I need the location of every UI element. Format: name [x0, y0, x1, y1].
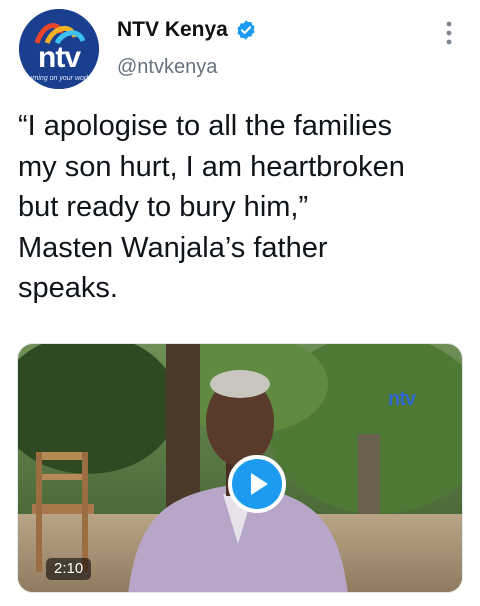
play-button[interactable] — [228, 455, 286, 513]
display-name[interactable]: NTV Kenya — [117, 18, 228, 42]
name-row: NTV Kenya — [117, 17, 257, 43]
ntv-watermark: ntv — [388, 388, 416, 410]
tweet-header: ntv turning on your world NTV Kenya @ntv… — [0, 0, 480, 100]
more-options-icon[interactable] — [438, 18, 460, 48]
tweet-text: “I apologise to all the families my son … — [18, 110, 405, 304]
avatar-logo-text: ntv — [38, 41, 81, 74]
avatar-tagline: turning on your world — [26, 75, 92, 82]
video-duration: 2:10 — [46, 558, 92, 580]
play-icon — [251, 473, 268, 495]
verified-badge-icon — [237, 20, 255, 40]
video-player[interactable]: ntv 2:10 — [17, 343, 463, 593]
account-handle[interactable]: @ntvkenya — [117, 56, 217, 79]
avatar[interactable]: ntv turning on your world — [19, 9, 99, 89]
